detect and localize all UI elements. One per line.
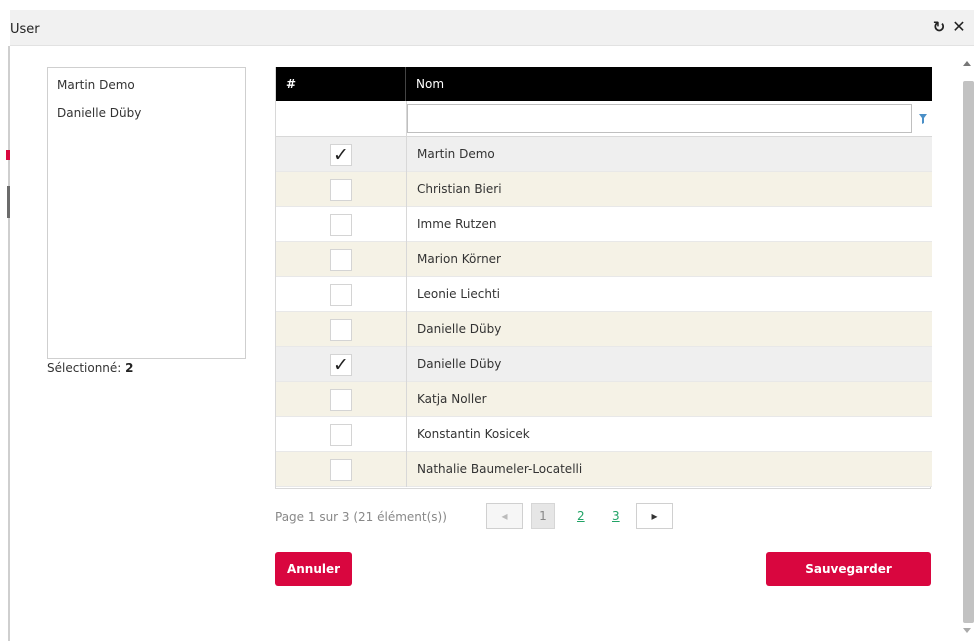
scroll-down-icon[interactable] — [963, 628, 971, 633]
table-row[interactable]: Imme Rutzen — [276, 207, 932, 242]
row-checkbox[interactable] — [330, 424, 352, 446]
name-filter-input[interactable] — [407, 104, 912, 133]
pager: Page 1 sur 3 (21 élément(s)) ◂ 1 2 3 ▸ — [275, 498, 931, 534]
row-checkbox[interactable]: ✓ — [330, 354, 352, 376]
table-row[interactable]: Marion Körner — [276, 242, 932, 277]
row-name: Martin Demo — [417, 147, 495, 161]
selected-user-item[interactable]: Danielle Düby — [48, 96, 245, 124]
selected-users-list: Martin Demo Danielle Düby — [47, 67, 246, 359]
table-row[interactable]: Christian Bieri — [276, 172, 932, 207]
page-link-3[interactable]: 3 — [612, 509, 620, 523]
table-row[interactable]: ✓ Martin Demo — [276, 137, 932, 172]
previous-page-button[interactable]: ◂ — [486, 503, 523, 529]
column-divider — [406, 382, 407, 417]
refresh-icon[interactable]: ↻ — [930, 18, 948, 36]
column-header-number[interactable]: # — [276, 67, 406, 101]
row-name: Nathalie Baumeler-Locatelli — [417, 462, 583, 476]
next-page-button[interactable]: ▸ — [636, 503, 673, 529]
row-name: Leonie Liechti — [417, 287, 500, 301]
row-checkbox[interactable] — [330, 214, 352, 236]
scroll-thumb[interactable] — [963, 81, 974, 623]
row-checkbox[interactable] — [330, 179, 352, 201]
page-link-2[interactable]: 2 — [577, 509, 585, 523]
row-checkbox[interactable] — [330, 319, 352, 341]
table-row[interactable]: Danielle Düby — [276, 312, 932, 347]
table-row[interactable]: Nathalie Baumeler-Locatelli — [276, 452, 932, 487]
table-row[interactable]: Leonie Liechti — [276, 277, 932, 312]
row-name: Konstantin Kosicek — [417, 427, 530, 441]
close-icon[interactable]: ✕ — [950, 18, 968, 36]
row-name: Marion Körner — [417, 252, 501, 266]
row-name: Danielle Düby — [417, 357, 502, 371]
cancel-button[interactable]: Annuler — [275, 552, 352, 586]
column-divider — [406, 207, 407, 242]
selected-count-label: Sélectionné: — [47, 361, 122, 375]
selected-user-item[interactable]: Martin Demo — [48, 68, 245, 96]
checkmark-icon: ✓ — [333, 144, 349, 166]
table-row[interactable]: Katja Noller — [276, 382, 932, 417]
column-divider — [406, 172, 407, 207]
save-assignment-button[interactable]: Sauvegarder l'attribution — [766, 552, 931, 610]
vertical-scrollbar[interactable] — [960, 56, 974, 641]
filter-icon[interactable] — [918, 113, 928, 125]
pager-info: Page 1 sur 3 (21 élément(s)) — [275, 510, 447, 524]
dialog-titlebar: User ↻ ✕ — [10, 10, 974, 46]
dialog-title: User — [10, 22, 40, 37]
column-divider — [406, 347, 407, 382]
grid-rows: ✓ Martin Demo Christian Bieri Imme Rutzen Ma… — [276, 137, 932, 487]
background-edge — [8, 46, 10, 641]
filter-row — [276, 101, 932, 137]
row-name: Christian Bieri — [417, 182, 502, 196]
background-edge-marker — [7, 186, 10, 218]
column-divider — [406, 417, 407, 452]
table-row[interactable]: ✓ Danielle Düby — [276, 347, 932, 382]
row-checkbox[interactable] — [330, 249, 352, 271]
row-checkbox[interactable] — [330, 389, 352, 411]
column-divider — [406, 452, 407, 487]
selected-count: Sélectionné: 2 — [47, 361, 134, 375]
table-row[interactable]: Konstantin Kosicek — [276, 417, 932, 452]
user-dialog: User ↻ ✕ Martin Demo Danielle Düby Sélec… — [0, 0, 974, 641]
column-divider — [406, 277, 407, 312]
column-divider — [406, 137, 407, 172]
page-button-current: 1 — [531, 503, 555, 529]
column-divider — [406, 242, 407, 277]
scroll-up-icon[interactable] — [963, 61, 971, 66]
grid-header: # Nom — [276, 67, 932, 101]
row-checkbox[interactable] — [330, 459, 352, 481]
checkmark-icon: ✓ — [333, 354, 349, 376]
row-name: Imme Rutzen — [417, 217, 497, 231]
column-header-name[interactable]: Nom — [406, 67, 444, 101]
row-name: Danielle Düby — [417, 322, 502, 336]
column-divider — [406, 312, 407, 347]
background-edge-accent — [6, 150, 10, 160]
row-checkbox[interactable] — [330, 284, 352, 306]
selected-count-value: 2 — [125, 361, 134, 375]
users-grid: # Nom ✓ Martin Demo Christian Bieri Imme Ru… — [275, 67, 932, 489]
row-checkbox[interactable]: ✓ — [330, 144, 352, 166]
row-name: Katja Noller — [417, 392, 487, 406]
